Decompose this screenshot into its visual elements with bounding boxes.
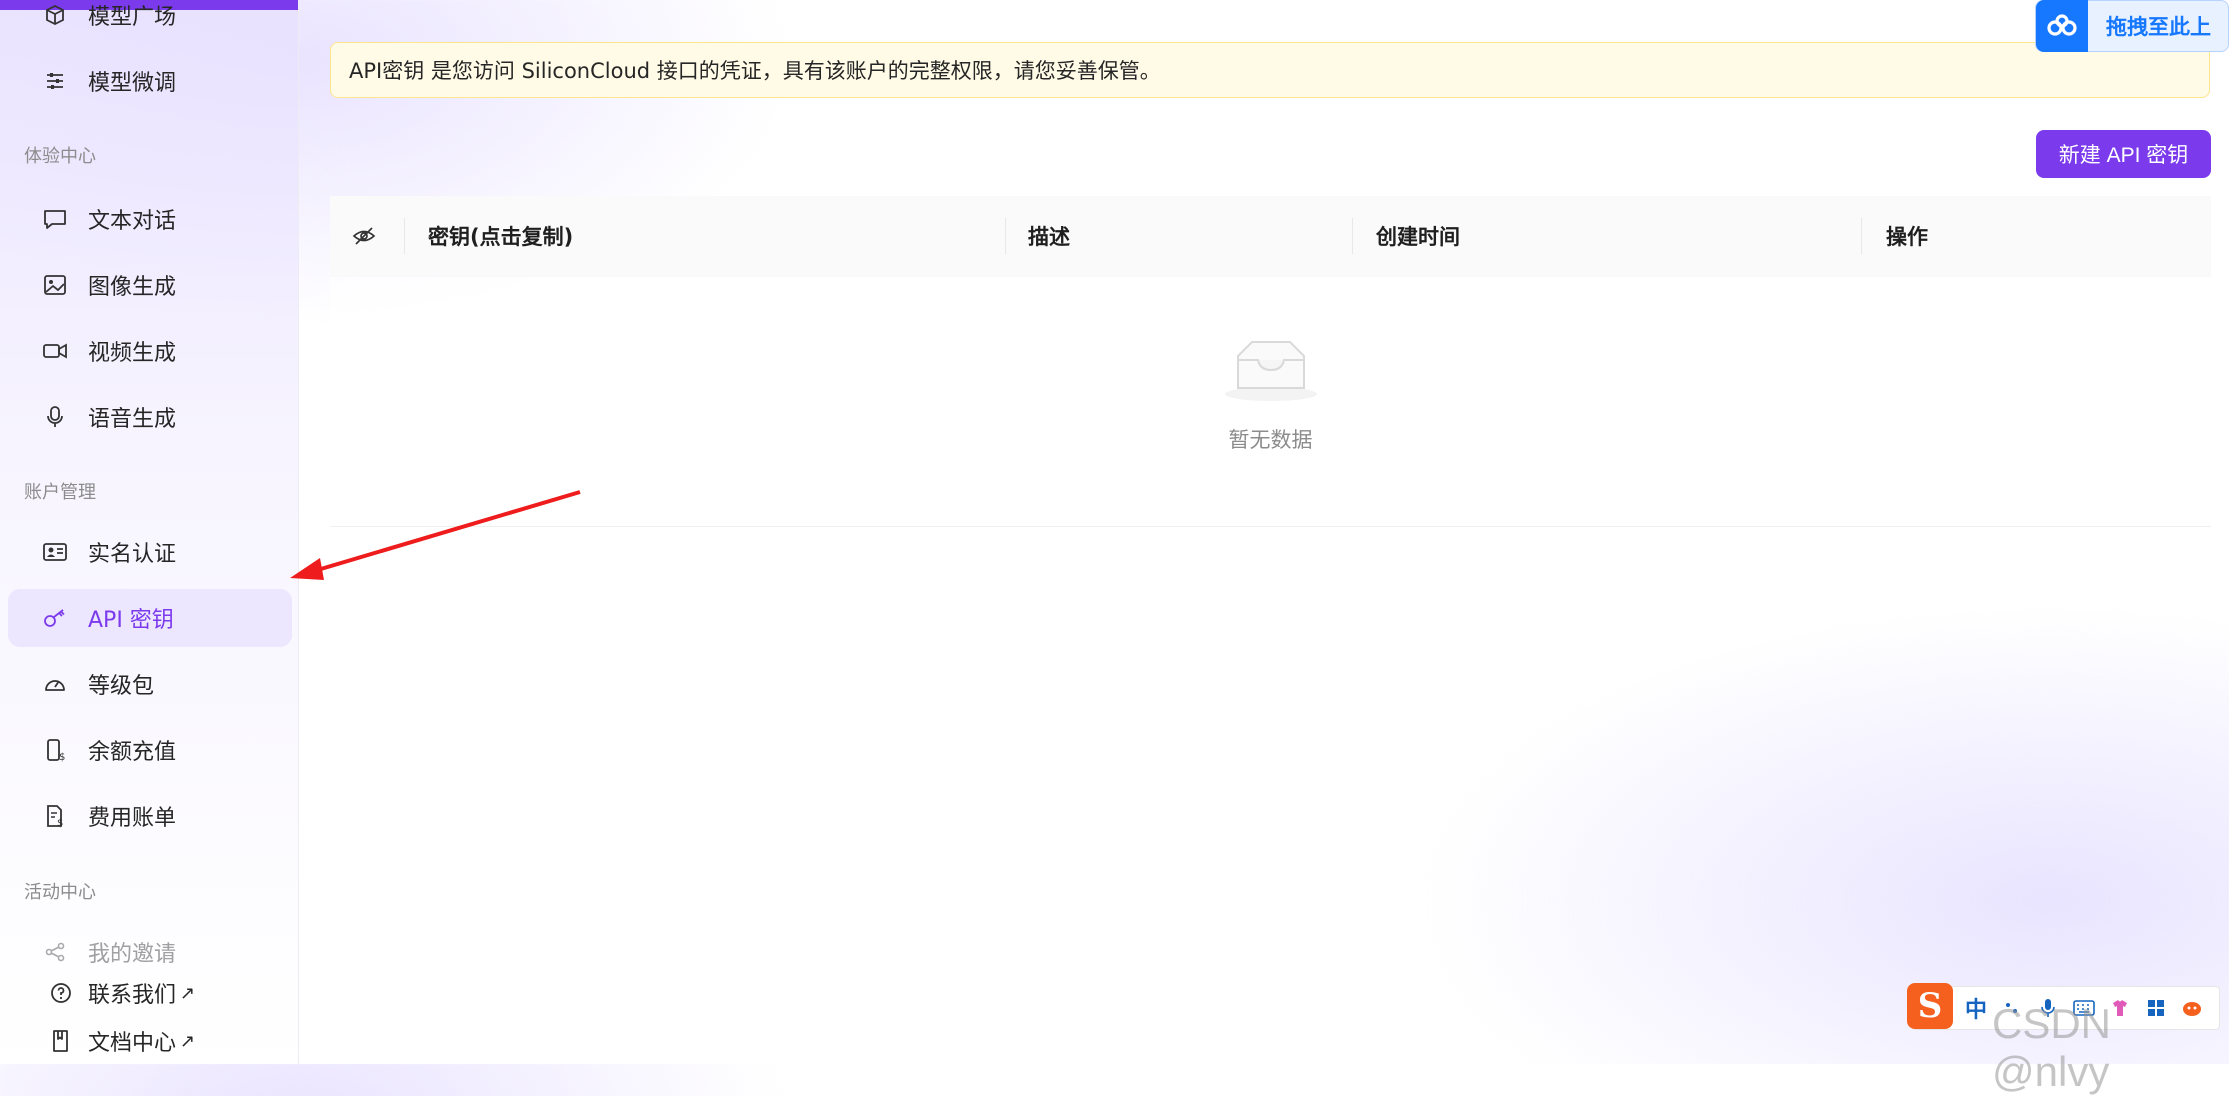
toggle-visibility-icon[interactable] (352, 196, 376, 276)
sidebar-item-level-pack[interactable]: 等级包 (8, 655, 292, 713)
svg-text:$: $ (57, 818, 63, 828)
section-label-experience: 体验中心 (24, 146, 96, 167)
sidebar-item-label: API 密钥 (88, 608, 174, 633)
id-card-icon (40, 537, 70, 567)
column-divider (1352, 218, 1353, 254)
book-icon (46, 1026, 76, 1056)
section-label-activity: 活动中心 (24, 882, 96, 903)
sidebar-item-label: 文档中心 (88, 1031, 177, 1056)
sidebar-item-real-name[interactable]: 实名认证 (8, 523, 292, 581)
annotation-arrow (290, 490, 581, 580)
empty-state-text: 暂无数据 (1228, 428, 1313, 452)
csdn-watermark: CSDN @nlvy (1992, 1000, 2112, 1095)
api-key-notice-banner: API密钥 是您访问 SiliconCloud 接口的凭证，具有该账户的完整权限… (330, 42, 2210, 98)
svg-text:$: $ (59, 752, 65, 762)
sidebar-item-label: 视频生成 (88, 341, 177, 366)
share-icon (40, 937, 70, 967)
sidebar-item-billing[interactable]: $ 费用账单 (8, 787, 292, 845)
phone-dollar-icon: $ (40, 735, 70, 765)
sidebar-link-docs[interactable]: 文档中心 ↗ (8, 1012, 292, 1070)
notice-text: API密钥 是您访问 SiliconCloud 接口的凭证，具有该账户的完整权限… (349, 59, 1161, 83)
empty-inbox-icon (1224, 340, 1318, 406)
external-link-icon: ↗ (180, 1030, 196, 1052)
sidebar-item-label: 实名认证 (88, 542, 177, 567)
column-divider (404, 218, 405, 254)
baidu-netdisk-icon (2036, 0, 2088, 52)
sidebar-item-text-chat[interactable]: 文本对话 (8, 190, 292, 248)
sidebar-item-label: 等级包 (88, 674, 155, 699)
sidebar-item-label: 文本对话 (88, 209, 177, 234)
drag-upload-chip[interactable]: 拖拽至此上 (2035, 0, 2229, 52)
microphone-icon (40, 402, 70, 432)
sidebar-item-model-finetune[interactable]: 模型微调 (8, 52, 292, 110)
column-header-created-time: 创建时间 (1376, 225, 1460, 249)
sliders-icon (40, 66, 70, 96)
sidebar-item-label: 费用账单 (88, 806, 177, 831)
sidebar-item-voice-gen[interactable]: 语音生成 (8, 388, 292, 446)
video-camera-icon (40, 336, 70, 366)
new-api-key-button[interactable]: 新建 API 密钥 (2036, 130, 2211, 178)
sidebar-item-label: 模型微调 (88, 71, 177, 96)
external-link-icon: ↗ (180, 982, 196, 1004)
document-bill-icon: $ (40, 801, 70, 831)
table-body-empty: 暂无数据 (330, 276, 2211, 527)
column-divider (1861, 218, 1862, 254)
sidebar: 模型广场 模型微调 体验中心 文本对话 图像生成 视频生成 语音生成 账户管理 (0, 0, 299, 1064)
gauge-icon (40, 669, 70, 699)
chat-bubble-icon (40, 204, 70, 234)
column-header-key: 密钥(点击复制) (428, 225, 574, 249)
api-key-table: 密钥(点击复制) 描述 创建时间 操作 暂无数据 (330, 196, 2211, 527)
column-header-description: 描述 (1028, 225, 1070, 249)
section-label-account: 账户管理 (24, 482, 96, 503)
sogou-ime-icon: S (1907, 983, 1953, 1029)
drag-upload-label: 拖拽至此上 (2106, 15, 2211, 39)
ime-language-toggle[interactable]: 中 (1965, 992, 1987, 1024)
image-icon (40, 270, 70, 300)
sidebar-item-model-square[interactable]: 模型广场 (8, 0, 292, 44)
question-circle-icon (46, 978, 76, 1008)
column-divider (1005, 218, 1006, 254)
sidebar-item-image-gen[interactable]: 图像生成 (8, 256, 292, 314)
sidebar-item-label: 模型广场 (88, 5, 177, 30)
column-header-actions: 操作 (1886, 225, 1928, 249)
sidebar-item-label: 图像生成 (88, 275, 177, 300)
sidebar-item-label: 余额充值 (88, 740, 177, 765)
cube-icon (40, 0, 70, 30)
sidebar-item-api-key[interactable]: API 密钥 (8, 589, 292, 647)
sidebar-item-label: 联系我们 (88, 983, 177, 1008)
sidebar-item-recharge[interactable]: $ 余额充值 (8, 721, 292, 779)
key-icon (40, 603, 70, 633)
sidebar-item-label: 语音生成 (88, 407, 177, 432)
sidebar-item-video-gen[interactable]: 视频生成 (8, 322, 292, 380)
table-header: 密钥(点击复制) 描述 创建时间 操作 (330, 196, 2211, 277)
